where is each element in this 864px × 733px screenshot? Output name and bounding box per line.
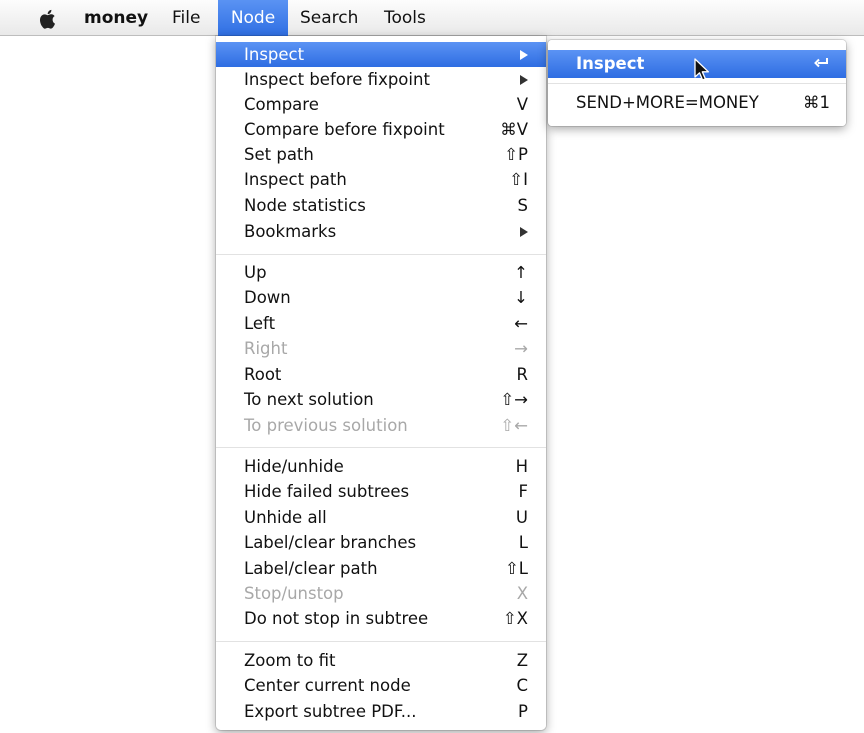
menu-item-node-statistics[interactable]: Node statistics S [216,193,546,218]
menu-separator [216,254,546,255]
return-icon [814,58,828,68]
menu-item-label: Root [244,365,282,384]
menu-item-shortcut: C [516,676,528,695]
submenu-item-label: Inspect [576,54,645,73]
menu-item-shortcut: ⇧X [502,609,528,628]
menu-item-label: Stop/unstop [244,584,344,603]
menu-item-label: Zoom to fit [244,651,336,670]
menu-item-shortcut: ↑ [514,263,528,282]
menu-file[interactable]: File [164,0,208,36]
menu-item-label: Inspect [244,45,305,64]
menu-app-money[interactable]: money [76,0,156,36]
menu-item-shortcut: → [514,339,528,358]
menu-item-shortcut: ⇧L [504,559,528,578]
menu-item-label: To previous solution [244,416,408,435]
menu-item-label: Down [244,288,291,307]
submenu-arrow-icon [504,67,528,92]
menu-item-label: Set path [244,145,314,164]
menu-item-set-path[interactable]: Set path ⇧P [216,142,546,167]
menu-item-shortcut: S [517,196,528,215]
menu-item-shortcut: L [518,533,528,552]
menu-item-label-clear-branches[interactable]: Label/clear branches L [216,530,546,555]
menu-tools[interactable]: Tools [376,0,434,36]
menu-item-label: Inspect before fixpoint [244,70,430,89]
menu-item-shortcut: ⌘V [500,120,528,139]
menu-item-right: Right → [216,336,546,361]
submenu-item-label: SEND+MORE=MONEY [576,93,759,112]
menu-item-label: Label/clear path [244,559,378,578]
menu-item-compare-before-fixpoint[interactable]: Compare before fixpoint ⌘V [216,117,546,142]
menu-item-inspect-before-fixpoint[interactable]: Inspect before fixpoint [216,67,546,92]
menu-item-label: Node statistics [244,196,366,215]
menu-item-label-clear-path[interactable]: Label/clear path ⇧L [216,556,546,581]
menu-item-label: Inspect path [244,170,347,189]
menu-item-label: Left [244,314,276,333]
menu-item-stop-unstop: Stop/unstop X [216,581,546,606]
menu-item-label: Unhide all [244,508,327,527]
menu-item-bookmarks[interactable]: Bookmarks [216,219,546,244]
menu-item-label: Center current node [244,676,411,695]
submenu-item-shortcut: ⌘1 [803,93,830,112]
menu-item-inspect[interactable]: Inspect [216,42,546,67]
menu-separator [216,447,546,448]
menu-item-center-current-node[interactable]: Center current node C [216,673,546,698]
menu-item-zoom-to-fit[interactable]: Zoom to fit Z [216,648,546,673]
submenu-arrow-icon [504,42,528,67]
submenu-separator [548,83,846,84]
menu-item-label: Hide failed subtrees [244,482,410,501]
menu-item-export-subtree-pdf[interactable]: Export subtree PDF... P [216,699,546,724]
menu-item-shortcut: R [516,365,528,384]
menu-item-label: Hide/unhide [244,457,344,476]
menu-item-label: Bookmarks [244,222,337,241]
menu-item-shortcut: X [516,584,528,603]
submenu-arrow-icon [504,219,528,244]
menu-item-shortcut: Z [516,651,528,670]
menu-item-shortcut: V [516,95,528,114]
menu-item-hide-unhide[interactable]: Hide/unhide H [216,454,546,479]
menu-item-label: Up [244,263,267,282]
menu-item-do-not-stop-in-subtree[interactable]: Do not stop in subtree ⇧X [216,606,546,631]
menu-item-shortcut: ⇧← [500,416,528,435]
menu-item-unhide-all[interactable]: Unhide all U [216,505,546,530]
menu-item-shortcut: ⇧P [504,145,528,164]
menu-item-shortcut: ⇧I [509,170,528,189]
menu-item-shortcut: ⇧→ [500,390,528,409]
node-menu: Inspect Inspect before fixpoint Compare … [216,36,546,730]
mouse-cursor-icon [694,58,710,81]
menu-item-to-previous-solution: To previous solution ⇧← [216,413,546,438]
menu-item-shortcut: H [515,457,528,476]
menu-item-left[interactable]: Left ← [216,311,546,336]
menu-item-shortcut: P [518,702,528,721]
menu-item-shortcut: ← [514,314,528,333]
menu-bar: money File Node Search Tools [0,0,864,36]
menu-item-inspect-path[interactable]: Inspect path ⇧I [216,167,546,192]
apple-icon[interactable] [38,9,56,29]
menu-item-root[interactable]: Root R [216,362,546,387]
menu-item-hide-failed-subtrees[interactable]: Hide failed subtrees F [216,479,546,504]
submenu-item-send-more-money[interactable]: SEND+MORE=MONEY ⌘1 [548,89,846,117]
menu-node[interactable]: Node [218,0,288,36]
menu-item-to-next-solution[interactable]: To next solution ⇧→ [216,387,546,412]
menu-item-label: Compare [244,95,319,114]
menu-item-compare[interactable]: Compare V [216,92,546,117]
menu-item-shortcut: U [515,508,528,527]
inspect-submenu: Inspect SEND+MORE=MONEY ⌘1 [548,40,846,126]
menu-item-label: Export subtree PDF... [244,702,417,721]
menu-item-label: To next solution [244,390,374,409]
menu-item-shortcut: ↓ [514,288,528,307]
menu-item-down[interactable]: Down ↓ [216,285,546,310]
menu-separator [216,641,546,642]
menu-item-shortcut: F [518,482,529,501]
menu-item-label: Do not stop in subtree [244,609,429,628]
menu-search[interactable]: Search [292,0,366,36]
menu-item-label: Right [244,339,288,358]
menu-item-label: Label/clear branches [244,533,417,552]
menu-item-up[interactable]: Up ↑ [216,260,546,285]
menu-item-label: Compare before fixpoint [244,120,445,139]
